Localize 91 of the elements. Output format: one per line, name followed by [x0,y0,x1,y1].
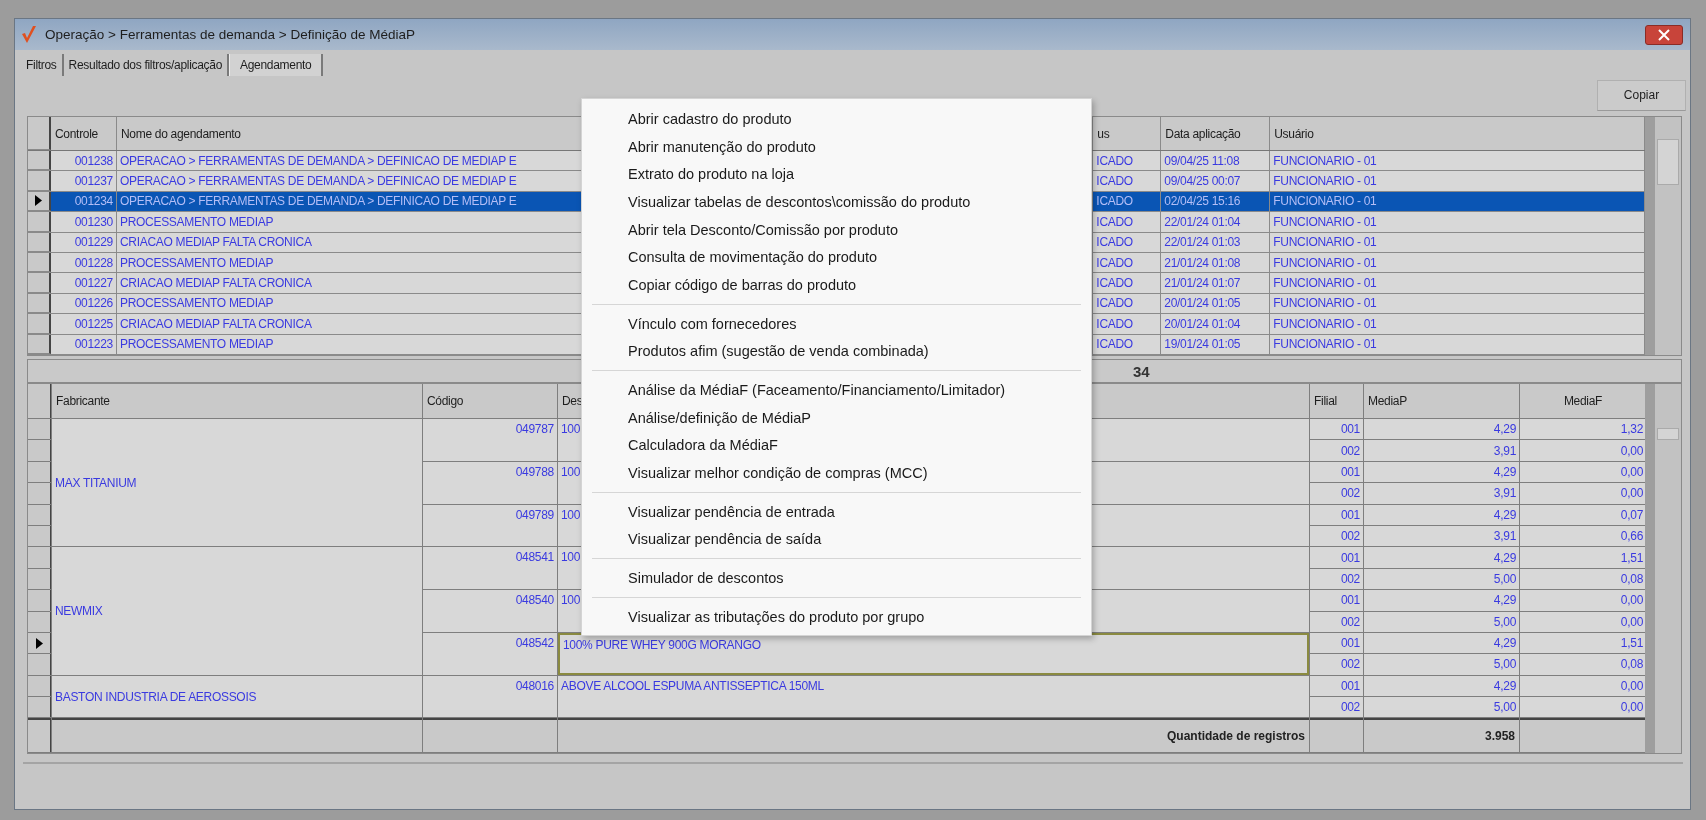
table-cell: 5,00 [1364,568,1519,590]
table-cell: 001228 [51,252,117,273]
table-cell: ICADO [1093,334,1162,354]
table-cell: 0,00 [1520,440,1645,461]
table-cell: 001 [1310,461,1363,483]
table-cell: BASTON INDUSTRIA DE AEROSSOIS [52,675,422,718]
table-cell: 3,91 [1364,483,1519,504]
table-cell: NEWMIX [52,547,422,675]
table-cell: 001229 [51,232,117,252]
table-cell: 001223 [51,334,117,354]
table-cell: 0,08 [1520,568,1645,590]
table-cell: 21/01/24 01:08 [1161,252,1271,273]
table-cell: 1,51 [1520,547,1645,568]
table-cell: 1,51 [1520,632,1645,654]
table-cell: 002 [1310,440,1363,461]
table-cell: 001237 [51,171,117,191]
table-cell: 0,00 [1520,675,1645,697]
window-title: Operação > Ferramentas de demanda > Definição de MédiaP [45,27,416,42]
table-cell: 21/01/24 01:07 [1161,273,1271,293]
table-cell: 4,29 [1364,419,1519,440]
table-cell: 0,00 [1520,697,1645,718]
table-cell: 1,32 [1520,419,1645,440]
table-cell: 001238 [51,151,117,171]
table-cell: 001 [1310,590,1363,611]
table-cell: 048540 [423,590,557,632]
table-cell: 4,29 [1364,461,1519,483]
table-cell: 09/04/25 11:08 [1161,151,1271,171]
table-cell: 09/04/25 00:07 [1161,171,1271,191]
column-header: MediaP [1364,384,1519,418]
table-cell: ICADO [1093,232,1162,252]
table-cell: 001227 [51,273,117,293]
table-cell: ICADO [1093,273,1162,293]
table-cell: 0,00 [1520,590,1645,611]
table-cell: 20/01/24 01:05 [1161,293,1271,314]
table-cell: ICADO [1093,212,1162,232]
table-cell: ICADO [1093,314,1162,334]
table-cell: 0,07 [1520,504,1645,525]
table-cell: 22/01/24 01:04 [1161,212,1271,232]
table-cell: 20/01/24 01:04 [1161,314,1271,334]
table-cell: 02/04/25 15:16 [1161,191,1271,212]
table-cell: 4,29 [1364,675,1519,697]
table-cell: 002 [1310,568,1363,590]
table-cell: 4,29 [1364,547,1519,568]
summary-text: 34 [1133,362,1150,380]
footer-label: Quantidade de registros [558,718,1309,753]
table-cell: 5,00 [1364,697,1519,718]
footer-total: 3.958 [1364,718,1519,753]
table-cell: 002 [1310,697,1363,718]
table-cell: ICADO [1093,151,1162,171]
table-cell: 5,00 [1364,611,1519,632]
table-cell: 001 [1310,547,1363,568]
table-cell: 002 [1310,654,1363,675]
table-cell: 049788 [423,461,557,504]
column-header: MediaF [1520,384,1645,418]
table-cell: 002 [1310,525,1363,547]
table-cell: 0,00 [1520,483,1645,504]
table-cell: 048542 [423,632,557,675]
table-cell: 4,29 [1364,632,1519,654]
table-cell: 002 [1310,611,1363,632]
table-cell: ICADO [1093,252,1162,273]
table-cell: 0,08 [1520,654,1645,675]
table-cell: 001 [1310,504,1363,525]
table-cell: 0,00 [1520,611,1645,632]
table-cell: 049787 [423,419,557,461]
table-cell: 001 [1310,675,1363,697]
table-cell: 0,66 [1520,525,1645,547]
table-cell: 001226 [51,293,117,314]
table-cell: 001 [1310,632,1363,654]
table-cell: 048016 [423,675,557,718]
table-cell: 001234 [51,191,117,212]
table-cell: 4,29 [1364,590,1519,611]
table-cell: 048541 [423,547,557,590]
table-cell: ICADO [1093,191,1162,212]
table-cell: 22/01/24 01:03 [1161,232,1271,252]
table-cell: ICADO [1093,171,1162,191]
column-header: Fabricante [52,384,422,418]
table-cell: 0,00 [1520,461,1645,483]
table-cell: MAX TITANIUM [52,419,422,547]
table-cell: 19/01/24 01:05 [1161,334,1271,354]
table-cell: ICADO [1093,293,1162,314]
column-header: Filial [1310,384,1363,418]
table-cell: 001230 [51,212,117,232]
table-cell: 3,91 [1364,440,1519,461]
table-cell: 001225 [51,314,117,334]
column-header: Código [423,384,557,418]
table-cell: 4,29 [1364,504,1519,525]
table-cell: 5,00 [1364,654,1519,675]
table-cell: 3,91 [1364,525,1519,547]
table-cell: 049789 [423,504,557,547]
table-cell: 001 [1310,419,1363,440]
table-cell: 002 [1310,483,1363,504]
